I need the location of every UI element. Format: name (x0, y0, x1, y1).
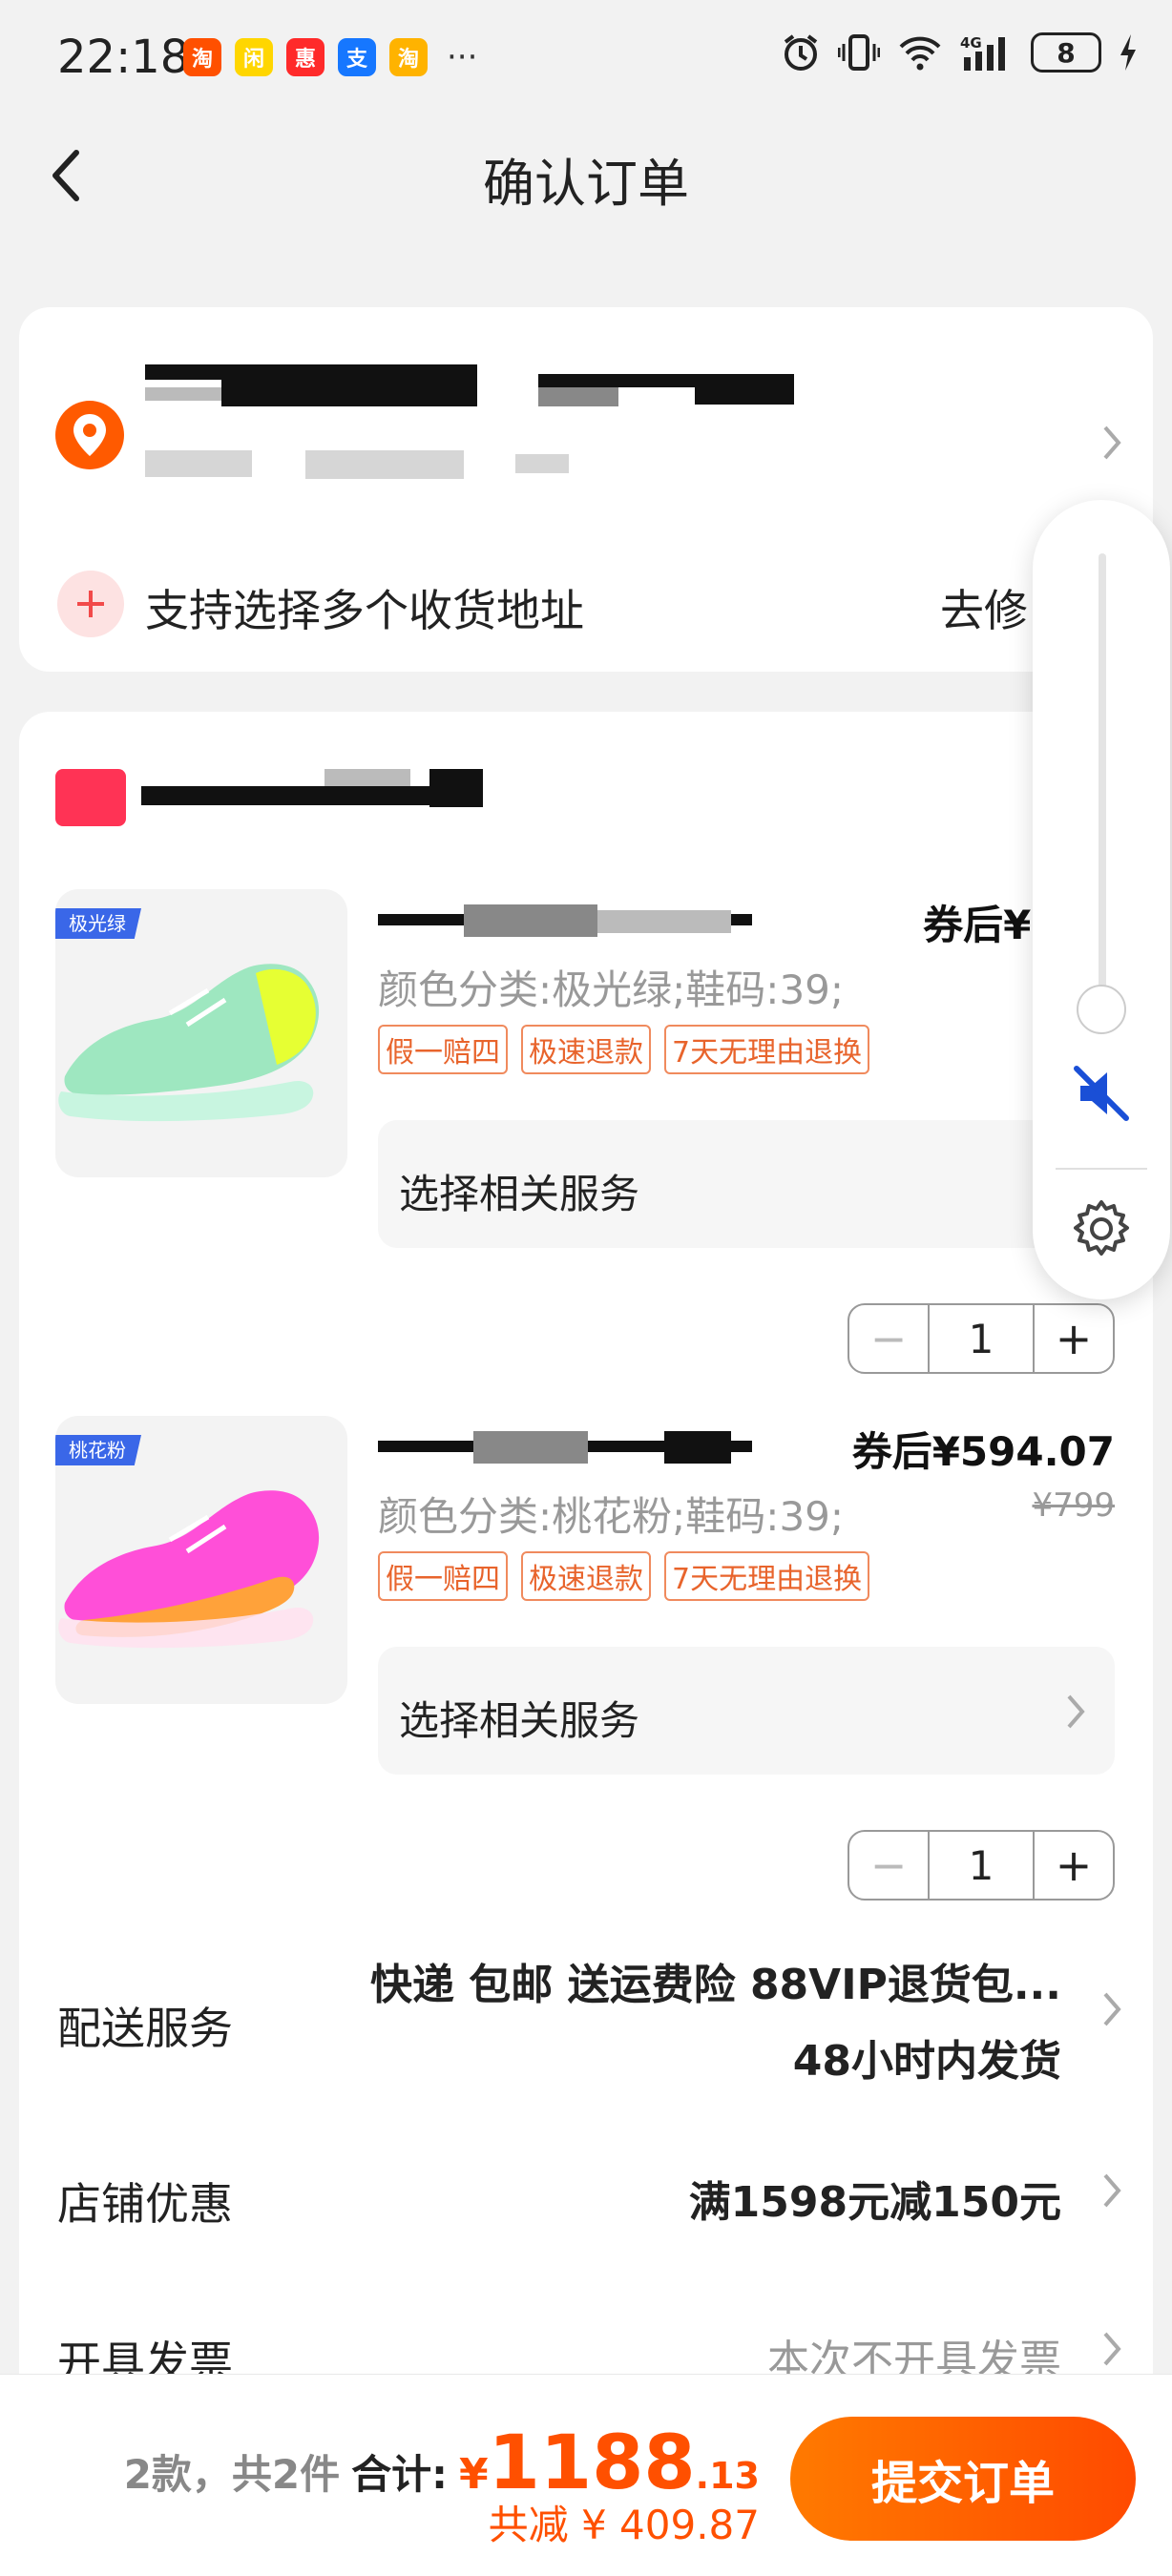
badge-fake-compensation: 假一赔四 (378, 1551, 508, 1601)
alarm-icon (784, 34, 818, 71)
delivery-line1[interactable]: 快递 包邮 送运费险 88VIP退货包... (370, 1950, 1061, 2011)
checkout-bar: 2款，共2件 合计: ¥1188.13 共减 ¥ 409.87 提交订单 (0, 2374, 1172, 2576)
product-spec[interactable]: 颜色分类:极光绿;鞋码:39; (378, 958, 844, 1016)
badge-fake-compensation: 假一赔四 (378, 1025, 508, 1074)
status-indicators: 4G 8 (781, 32, 1138, 73)
shop-discount-value[interactable]: 满1598元减150元 (689, 2168, 1061, 2229)
orange-app-icon: 淘 (389, 38, 428, 76)
total-currency: ¥ (458, 2450, 489, 2499)
status-bar: 22:18 淘 闲 惠 支 淘 ··· 4G 8 (0, 0, 1172, 114)
xianyu-icon: 闲 (235, 38, 273, 76)
volume-slider-handle[interactable] (1077, 985, 1126, 1034)
edit-address-link[interactable]: 去修 (940, 576, 1028, 639)
gear-icon[interactable] (1067, 1195, 1136, 1263)
delivery-label: 配送服务 (57, 2003, 233, 2054)
total-saved[interactable]: 共减 ¥ 409.87 (489, 2493, 760, 2551)
redacted-phone-block (695, 374, 794, 405)
redacted-shop-name-block (429, 769, 483, 807)
multi-address-label[interactable]: 支持选择多个收货地址 (145, 576, 584, 639)
address-card[interactable]: 支持选择多个收货地址 去修 (19, 307, 1153, 672)
select-service-label: 选择相关服务 (399, 1171, 640, 1217)
product-color-tag: 极光绿 (55, 908, 141, 939)
status-time: 22:18 (57, 31, 190, 84)
charging-icon (1120, 34, 1136, 71)
increase-quantity-button[interactable]: + (1035, 1832, 1113, 1899)
speaker-muted-icon[interactable] (1067, 1059, 1136, 1128)
shop-discount-label: 店铺优惠 (57, 2178, 233, 2230)
shop-logo (55, 769, 126, 826)
product-image[interactable]: 桃花粉 (55, 1416, 347, 1704)
redacted-phone-shade (538, 387, 618, 406)
redacted-recipient-name-shade (145, 387, 221, 401)
signal-4g-icon: 4G (960, 34, 1005, 71)
decrease-quantity-button[interactable]: − (849, 1305, 928, 1372)
product-original-price: ¥799 (1032, 1486, 1115, 1525)
chevron-right-icon (1103, 1992, 1121, 2026)
redacted-address-line (145, 450, 252, 477)
badge-fast-refund: 极速退款 (521, 1025, 651, 1074)
quantity-stepper: − 1 + (848, 1303, 1115, 1374)
product-color-tag: 桃花粉 (55, 1435, 141, 1465)
total-label: 合计: (351, 2451, 448, 2498)
red-app-icon: 惠 (286, 38, 324, 76)
battery-indicator: 8 (1031, 32, 1101, 73)
product-badges: 假一赔四 极速退款 7天无理由退换 (378, 1025, 870, 1074)
chevron-right-icon (1103, 2332, 1121, 2366)
taobao-icon: 淘 (183, 38, 221, 76)
redacted-address-line (305, 450, 464, 479)
redacted-address-line (515, 454, 569, 473)
select-service-label: 选择相关服务 (399, 1697, 640, 1744)
chevron-right-icon (1103, 426, 1121, 460)
more-notifications-icon: ··· (447, 38, 478, 76)
badge-7day-return: 7天无理由退换 (664, 1025, 870, 1074)
badge-fast-refund: 极速退款 (521, 1551, 651, 1601)
volume-divider (1056, 1168, 1147, 1170)
delivery-line2[interactable]: 48小时内发货 (793, 2026, 1061, 2088)
notification-icons: 淘 闲 惠 支 淘 ··· (183, 38, 477, 76)
product-item: 极光绿 券后¥594 颜色分类:极光绿;鞋码:39; 假一赔四 极速退款 7天无… (19, 889, 1153, 1385)
page-title: 确认订单 (483, 154, 689, 214)
quantity-value[interactable]: 1 (928, 1832, 1035, 1899)
quantity-value[interactable]: 1 (928, 1305, 1035, 1372)
badge-7day-return: 7天无理由退换 (664, 1551, 870, 1601)
volume-panel (1033, 500, 1170, 1299)
chevron-right-icon (1103, 2173, 1121, 2208)
total-decimal: .13 (695, 2455, 760, 2497)
decrease-quantity-button[interactable]: − (849, 1832, 928, 1899)
product-item: 桃花粉 券后¥594.07 ¥799 颜色分类:桃花粉;鞋码:39; 假一赔四 … (19, 1416, 1153, 1912)
increase-quantity-button[interactable]: + (1035, 1305, 1113, 1372)
item-count: 2款，共2件 (123, 2451, 341, 2498)
product-spec[interactable]: 颜色分类:桃花粉;鞋码:39; (378, 1485, 844, 1543)
product-image[interactable]: 极光绿 (55, 889, 347, 1177)
vibrate-icon (838, 34, 880, 71)
chevron-right-icon (1067, 1694, 1085, 1729)
redacted-shop-name-shade (324, 769, 410, 786)
location-pin-icon (55, 401, 124, 469)
volume-slider[interactable] (1099, 553, 1106, 1011)
quantity-stepper: − 1 + (848, 1830, 1115, 1901)
redacted-recipient-name-block (221, 364, 477, 406)
svg-text:4G: 4G (960, 34, 982, 52)
select-service-row[interactable]: 选择相关服务 (378, 1120, 1115, 1248)
alipay-icon: 支 (338, 38, 376, 76)
submit-order-button[interactable]: 提交订单 (790, 2417, 1136, 2541)
product-price: 券后¥594.07 (851, 1428, 1115, 1475)
select-service-row[interactable]: 选择相关服务 (378, 1647, 1115, 1775)
product-badges: 假一赔四 极速退款 7天无理由退换 (378, 1551, 870, 1601)
order-card: 极光绿 券后¥594 颜色分类:极光绿;鞋码:39; 假一赔四 极速退款 7天无… (19, 712, 1153, 2391)
wifi-icon (899, 36, 941, 71)
add-address-icon[interactable] (57, 571, 124, 637)
